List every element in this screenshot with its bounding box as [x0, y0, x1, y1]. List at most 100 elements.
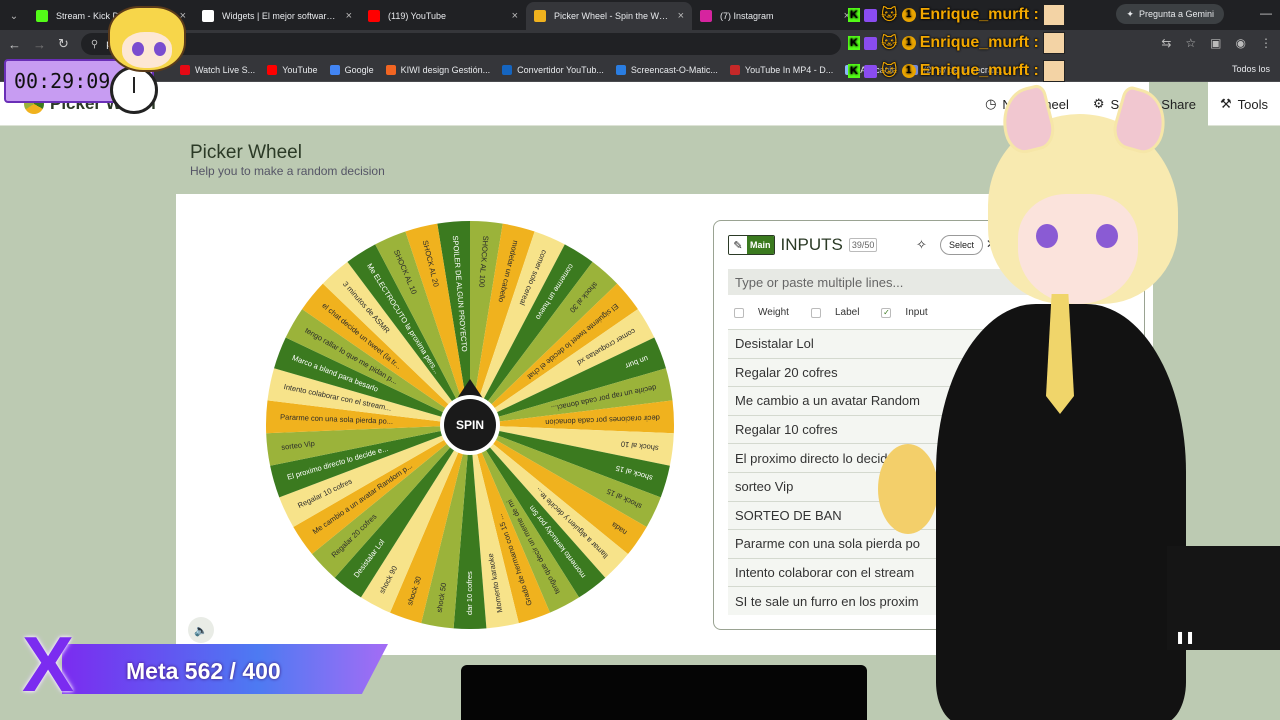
bookmark-label: Convertidor YouTub... [517, 64, 604, 75]
tier-badge-icon: 1 [901, 8, 916, 22]
bookmark-label: Screencast-O-Matic... [630, 64, 718, 75]
browser-tab[interactable]: Picker Wheel - Spin the Wheel × [526, 2, 692, 30]
checkbox-icon [810, 307, 821, 318]
gemini-icon: ✦ [1126, 8, 1134, 19]
chat-message: K 🐱 1 Enrique_murft : [848, 59, 1065, 83]
chibi-eye-left [132, 42, 144, 56]
bookmark-favicon-icon [267, 64, 278, 75]
bookmark-label: YouTube [282, 64, 318, 75]
ask-gemini-button[interactable]: ✦ Pregunta a Gemini [1116, 4, 1224, 24]
bookmark-star-icon[interactable]: ☆ [1185, 36, 1196, 50]
bookmark-favicon-icon [385, 64, 396, 75]
wheel-segment-label: dar 10 cofres [465, 571, 474, 615]
chat-avatar-icon [1042, 60, 1065, 82]
back-icon[interactable]: ← [8, 37, 21, 52]
forward-icon[interactable]: → [33, 37, 46, 52]
option-label-checkbox[interactable]: Label [810, 307, 860, 318]
ask-gemini-label: Pregunta a Gemini [1138, 9, 1214, 19]
x-logo-icon: X [22, 620, 75, 708]
tab-favicon-icon [36, 10, 48, 22]
tab-favicon-icon [700, 10, 712, 22]
tab-title: Widgets | El mejor software para [222, 11, 340, 21]
tab-favicon-icon [534, 10, 546, 22]
bookmark-item[interactable]: Watch Live S... [180, 64, 255, 75]
video-preview: ❚❚ [1167, 546, 1280, 650]
tab-title: (7) Instagram [720, 11, 774, 21]
picker-wheel[interactable]: SPOILER DE ALGUN PROYECTO SHOCK AL 100 mod… [266, 221, 674, 629]
donation-goal-overlay: X Meta 562 / 400 [22, 620, 388, 708]
translate-icon[interactable]: ⇆ [1161, 36, 1171, 50]
tab-favicon-icon [202, 10, 214, 22]
spin-label[interactable]: SPIN [456, 418, 484, 432]
profile-icon[interactable]: ◉ [1236, 36, 1246, 50]
avatar-face [1018, 194, 1138, 304]
kick-badge-icon: K [848, 64, 860, 78]
checkbox-icon [734, 307, 744, 318]
goal-text: Meta 562 / 400 [126, 658, 281, 684]
chat-avatar-icon [1042, 4, 1065, 26]
sub-badge-icon [864, 64, 877, 78]
sub-badge-icon [864, 36, 877, 50]
bookmark-favicon-icon [180, 64, 190, 75]
chat-message: K 🐱 1 Enrique_murft : [848, 31, 1065, 55]
pause-icon[interactable]: ❚❚ [1175, 630, 1195, 644]
header-nav-tools[interactable]: ⚒ Tools [1208, 82, 1280, 126]
menu-dots-icon[interactable]: ⋮ [1260, 36, 1272, 50]
header-nav-label: Tools [1237, 96, 1268, 112]
chat-username: Enrique_murft : [919, 6, 1039, 23]
bookmark-favicon-icon [615, 64, 626, 75]
bookmarks-bar: Watch Live S... YouTube Google KIWI design … [0, 58, 1280, 82]
tab-close-icon[interactable]: × [678, 10, 684, 22]
bookmark-item[interactable]: YouTube [267, 64, 318, 75]
address-bar[interactable]: ⚲ pi [80, 33, 841, 55]
bookmark-favicon-icon [729, 64, 740, 75]
sub-badge-icon [864, 8, 877, 22]
all-bookmarks-button[interactable]: Todos los [1232, 64, 1270, 74]
browser-tab[interactable]: (119) YouTube × [360, 2, 526, 30]
cat-badge-icon: 🐱 [881, 7, 898, 24]
toolbar-actions: ⇆ ☆ ▣ ◉ ⋮ [1161, 36, 1272, 50]
browser-tab[interactable]: Widgets | El mejor software para × [194, 2, 360, 30]
wheel-svg[interactable]: SPOILER DE ALGUN PROYECTO SHOCK AL 100 mod… [266, 221, 674, 629]
main-badge[interactable]: ✎ Main [728, 235, 775, 255]
option-weight-checkbox[interactable]: Weight [734, 307, 789, 318]
bookmark-favicon-icon [502, 64, 513, 75]
tab-close-icon[interactable]: × [346, 10, 352, 22]
bookmark-item[interactable]: Screencast-O-Matic... [615, 64, 718, 75]
avatar-eye-left [1036, 224, 1058, 248]
browser-tab[interactable]: (7) Instagram × [692, 2, 858, 30]
kick-badge-icon: K [848, 8, 860, 22]
bookmark-label: KIWI design Gestión... [400, 64, 491, 75]
cat-badge-icon: 🐱 [881, 63, 898, 80]
embedded-video-area [461, 665, 867, 720]
bookmark-item[interactable]: Google [329, 64, 374, 75]
tab-close-icon[interactable]: × [512, 10, 518, 22]
bookmark-item[interactable]: YouTube In MP4 - D... [729, 64, 834, 75]
tab-favicon-icon [368, 10, 380, 22]
kick-badge-icon: K [848, 36, 860, 50]
page-title: Picker Wheel [190, 142, 302, 163]
option-label: Label [834, 307, 860, 318]
bookmark-label: YouTube In MP4 - D... [744, 64, 834, 75]
tab-title: Picker Wheel - Spin the Wheel [554, 11, 672, 21]
reload-icon[interactable]: ↻ [58, 36, 69, 52]
page-subtitle: Help you to make a random decision [190, 164, 385, 178]
alarm-clock-icon [110, 66, 158, 114]
edit-icon: ✎ [729, 236, 747, 254]
vtuber-avatar [870, 82, 1200, 720]
browser-toolbar: ← → ↻ ⚲ pi ⇆ ☆ ▣ ◉ ⋮ [0, 30, 1280, 58]
tab-search-icon[interactable]: ⌄ [0, 2, 28, 30]
extension-icon[interactable]: ▣ [1210, 36, 1221, 50]
chibi-eye-right [154, 42, 166, 56]
chat-avatar-icon [1042, 32, 1065, 54]
bookmark-item[interactable]: KIWI design Gestión... [385, 64, 491, 75]
window-minimize-icon[interactable]: — [1260, 6, 1272, 20]
inputs-header: ✎ Main INPUTS 39/50 [728, 235, 878, 255]
bookmark-item[interactable]: Convertidor YouTub... [502, 64, 604, 75]
site-info-icon[interactable]: ⚲ [91, 39, 98, 50]
bookmark-favicon-icon [329, 64, 340, 75]
chibi-mascot [108, 6, 186, 72]
avatar-eye-right [1096, 224, 1118, 248]
browser-tab-strip: ⌄ Stream - Kick Dashboard × Widgets | El m… [0, 0, 1280, 30]
tab-title: (119) YouTube [388, 11, 447, 21]
